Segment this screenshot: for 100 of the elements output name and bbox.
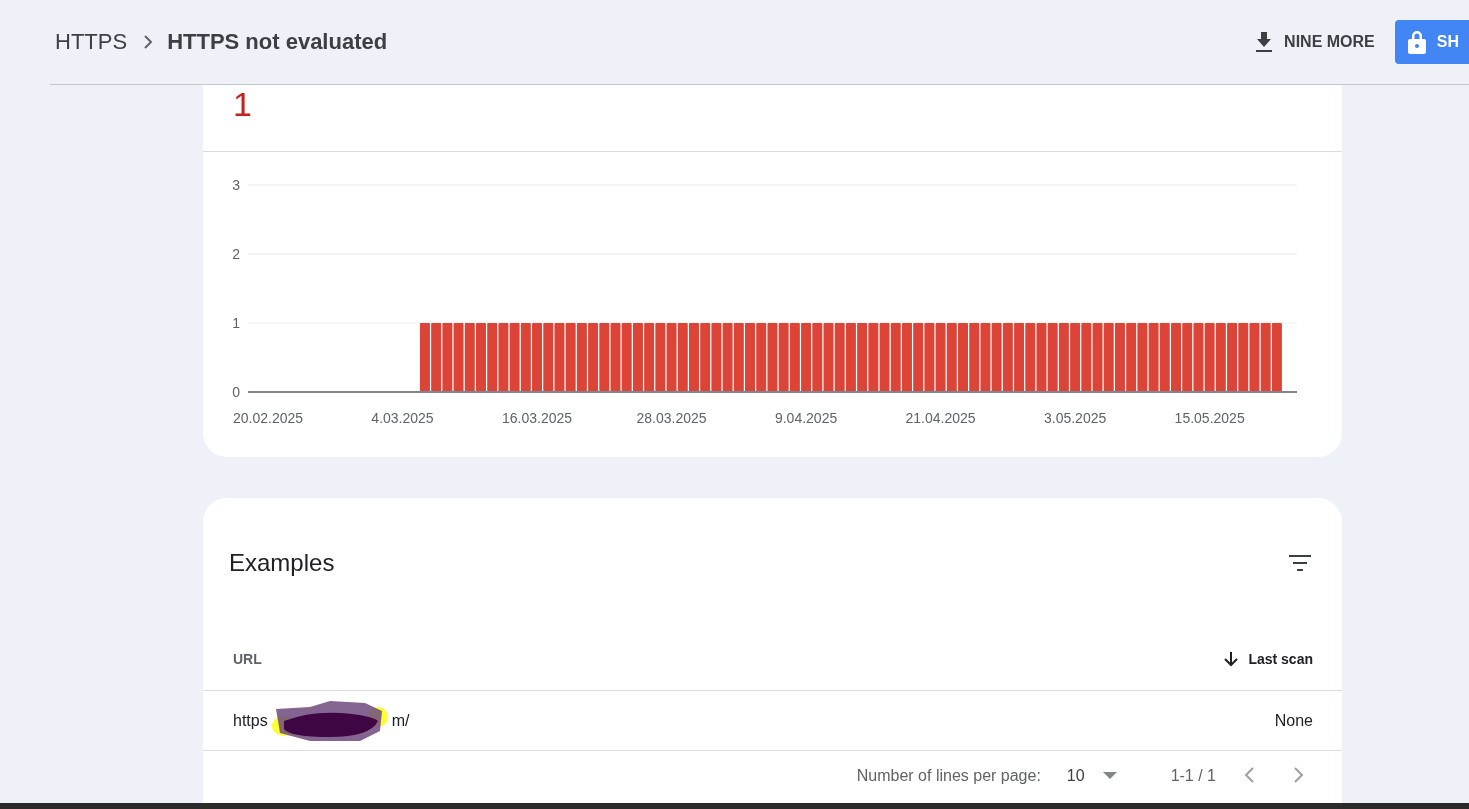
bar [632,323,643,392]
bar [487,323,498,392]
bar [969,323,980,392]
download-icon [1254,31,1275,53]
bar [520,323,531,392]
bar [1227,323,1238,392]
bar [958,323,968,392]
bar [543,323,554,392]
bar [711,323,722,392]
bar [476,323,486,392]
arrow-down-icon [1224,651,1239,667]
bar [1182,323,1193,392]
lock-icon [1406,29,1427,55]
bar [857,323,868,392]
bar [924,323,935,392]
bar [890,323,901,392]
bar [700,323,711,392]
bar [834,323,845,392]
bar [588,323,599,392]
export-button[interactable]: NINE MORE [1246,25,1383,59]
chevron-right-icon [143,35,154,49]
share-button[interactable]: SH [1394,20,1469,64]
axis-label: 0 [232,384,240,400]
bar [689,323,699,392]
rows-per-page-label: Number of lines per page: [856,767,1041,785]
bar [980,323,991,392]
chevron-right-icon [1293,766,1304,783]
bar [1159,323,1170,392]
bar [655,323,666,392]
bar [913,323,924,392]
bar [1171,323,1181,392]
table-cell: None [1274,711,1313,730]
bar [1081,323,1092,392]
bar [419,323,430,392]
bar [621,323,632,392]
bar [935,323,946,392]
bar [845,323,856,392]
bar [565,323,576,392]
bar [1058,323,1069,392]
bar [812,323,823,392]
bar [991,323,1002,392]
column-header[interactable]: URL [233,651,262,667]
axis-label: 16.03.2025 [502,410,573,426]
axis-label: 2 [232,246,240,262]
bar [1238,323,1249,392]
bar [1204,323,1215,392]
bar [509,323,520,392]
bar [901,323,912,392]
bar [644,323,655,392]
axis-label: 9.04.2025 [774,410,838,426]
bar [498,323,509,392]
caret-icon [1102,772,1117,780]
url-text: https [233,711,268,730]
bar [801,323,812,392]
axis-label: 3.05.2025 [1043,410,1107,426]
bar [1014,323,1025,392]
bar [610,323,621,392]
bar [1092,323,1103,392]
bar [1114,323,1125,392]
url-text: m/ [391,711,410,730]
bar [1148,323,1159,392]
bar [1126,323,1137,392]
issue-count: 1 [233,87,252,121]
chevron-left-icon [1244,766,1255,783]
bar [1025,323,1036,392]
bar [599,323,610,392]
page-range: 1-1 / 1 [1170,767,1216,785]
bar [1215,323,1226,392]
bar [666,323,677,392]
bar [946,323,957,392]
bar [677,323,688,392]
bar [1249,323,1260,392]
bar [576,323,587,392]
bar [431,323,442,392]
bar [879,323,890,392]
rows-per-page-dropdown[interactable]: 10 [1066,767,1117,785]
bar [1103,323,1114,392]
bar [453,323,464,392]
breadcrumb-link[interactable]: HTTPS [55,29,128,55]
bar [745,323,756,392]
bar [1070,323,1081,392]
axis-label: 15.05.2025 [1174,410,1245,426]
bar [1193,323,1204,392]
axis-label: 28.03.2025 [636,410,707,426]
bar [1260,323,1271,392]
column-header[interactable]: Last scan [1224,651,1313,667]
filter-icon[interactable] [1288,554,1312,572]
bar [554,323,565,392]
axis-label: 20.02.2025 [232,410,304,426]
bar [778,323,789,392]
bar [722,323,733,392]
axis-label: 4.03.2025 [371,410,434,426]
section-title: Examples [229,549,335,577]
bar [868,323,879,392]
bar [756,323,767,392]
bar [1271,323,1282,392]
axis-label: 1 [232,315,240,331]
bar [442,323,453,392]
bar [1002,323,1013,392]
bar [464,323,475,392]
